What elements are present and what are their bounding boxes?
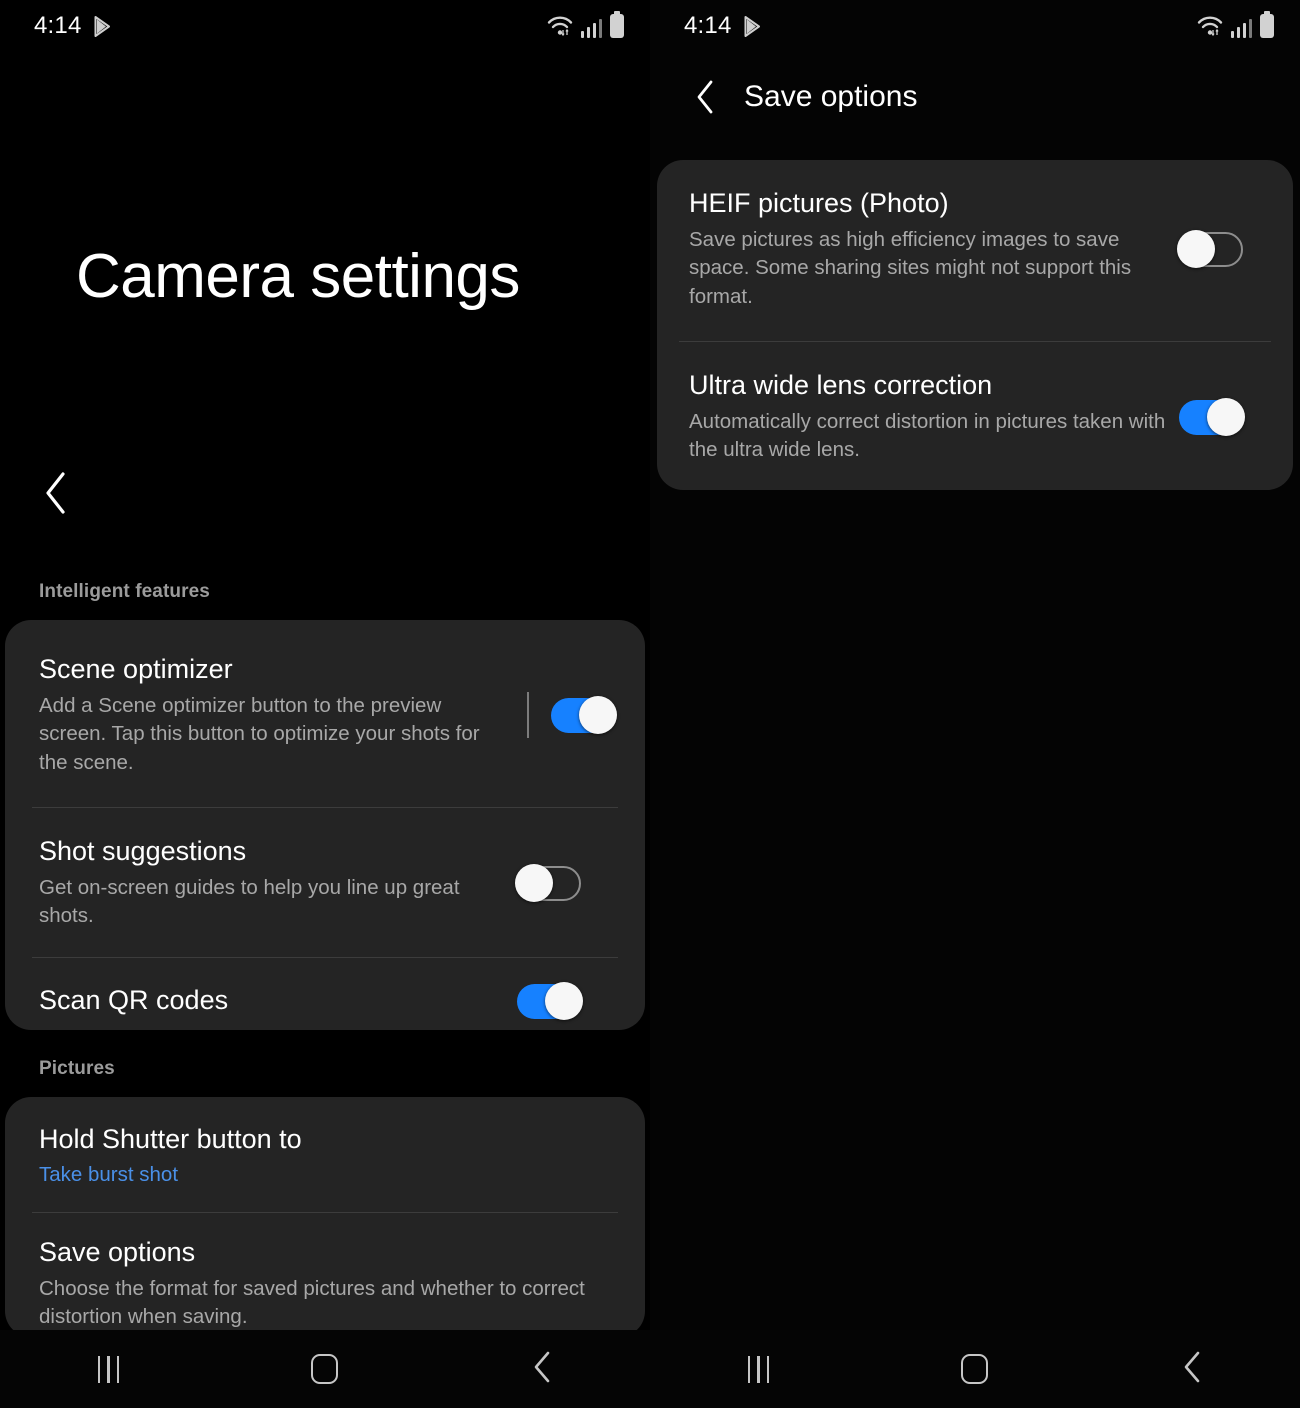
wifi-icon <box>547 14 573 38</box>
back-nav-button[interactable] <box>1137 1330 1247 1408</box>
back-nav-button[interactable] <box>487 1330 597 1408</box>
home-icon <box>961 1354 989 1384</box>
list-item-hold-shutter-button[interactable]: Hold Shutter button to Take burst shot <box>5 1097 645 1212</box>
list-item-description: Choose the format for saved pictures and… <box>39 1276 585 1329</box>
list-item-shot-suggestions[interactable]: Shot suggestions Get on-screen guides to… <box>5 808 645 957</box>
recents-icon <box>747 1355 770 1383</box>
signal-icon <box>1230 19 1252 38</box>
list-item-title: Shot suggestions <box>39 835 247 866</box>
recents-icon <box>97 1355 120 1383</box>
home-icon <box>311 1354 339 1384</box>
card-save-options: HEIF pictures (Photo) Save pictures as h… <box>657 160 1293 490</box>
list-item-description: Get on-screen guides to help you line up… <box>39 875 460 928</box>
list-item-title: Save options <box>39 1236 196 1267</box>
status-bar-left-group: 4:14 <box>34 12 113 40</box>
play-store-icon <box>94 15 113 37</box>
status-clock: 4:14 <box>684 12 732 39</box>
dual-screenshot-container: 4:14 Camera settings Intelligent feature… <box>0 0 1300 1408</box>
list-item-value: Take burst shot <box>39 1163 179 1187</box>
battery-icon <box>1260 11 1274 38</box>
list-item-scene-optimizer[interactable]: Scene optimizer Add a Scene optimizer bu… <box>5 620 645 807</box>
toggle-knob <box>1177 230 1215 269</box>
back-icon <box>1181 1350 1203 1389</box>
card-intelligent-features: Scene optimizer Add a Scene optimizer bu… <box>5 620 645 1030</box>
right-screen: 4:14 Save options HEIF pictures (Photo) … <box>650 0 1300 1408</box>
list-item-title: Hold Shutter button to <box>39 1124 302 1154</box>
recents-button[interactable] <box>53 1330 163 1408</box>
toggle-knob <box>545 982 583 1020</box>
toggle-scan-qr-codes[interactable] <box>517 982 583 1020</box>
list-item-description: Save pictures as high efficiency images … <box>689 228 1132 308</box>
play-store-icon <box>744 15 763 37</box>
status-bar-right: 4:14 <box>650 0 1300 52</box>
status-bar-right-group <box>1197 11 1274 38</box>
card-pictures: Hold Shutter button to Take burst shot S… <box>5 1097 645 1337</box>
app-bar-title: Save options <box>744 80 918 113</box>
status-bar-right-group <box>547 11 624 38</box>
home-button[interactable] <box>270 1330 380 1408</box>
back-icon <box>531 1350 553 1389</box>
chevron-left-icon <box>42 470 70 516</box>
status-bar-left: 4:14 <box>0 0 650 52</box>
navigation-bar-right <box>650 1330 1300 1408</box>
list-item-title: Scene optimizer <box>39 654 233 684</box>
status-bar-left-group: 4:14 <box>684 12 763 40</box>
section-label-intelligent-features: Intelligent features <box>39 581 210 602</box>
vertical-divider <box>527 692 529 739</box>
home-button[interactable] <box>920 1330 1030 1408</box>
signal-icon <box>580 19 602 38</box>
wifi-icon <box>1197 14 1223 38</box>
left-screen: 4:14 Camera settings Intelligent feature… <box>0 0 650 1408</box>
toggle-ultra-wide-lens-correction[interactable] <box>1179 398 1245 437</box>
section-label-pictures: Pictures <box>39 1058 115 1079</box>
header-back-button[interactable] <box>688 80 722 114</box>
list-item-ultra-wide-lens-correction[interactable]: Ultra wide lens correction Automatically… <box>657 342 1293 495</box>
battery-icon <box>610 11 624 38</box>
toggle-knob <box>579 696 617 735</box>
page-title: Camera settings <box>76 242 520 311</box>
toggle-heif-pictures[interactable] <box>1177 230 1243 269</box>
list-item-title: Scan QR codes <box>39 985 229 1016</box>
chevron-left-icon <box>694 79 716 115</box>
toggle-shot-suggestions[interactable] <box>515 864 581 903</box>
list-item-title: Ultra wide lens correction <box>689 369 993 400</box>
toggle-scene-optimizer[interactable] <box>551 696 617 735</box>
list-item-description: Automatically correct distortion in pict… <box>689 409 1166 462</box>
navigation-bar-left <box>0 1330 650 1408</box>
list-item-title: HEIF pictures (Photo) <box>689 188 949 218</box>
app-bar: Save options <box>650 66 1300 128</box>
list-item-description: Add a Scene optimizer button to the prev… <box>39 694 480 774</box>
list-item-scan-qr-codes[interactable]: Scan QR codes <box>5 958 645 1045</box>
list-item-heif-pictures[interactable]: HEIF pictures (Photo) Save pictures as h… <box>657 160 1293 341</box>
recents-button[interactable] <box>703 1330 813 1408</box>
toggle-knob <box>515 864 553 903</box>
back-button[interactable] <box>28 465 84 521</box>
toggle-knob <box>1207 398 1245 437</box>
status-clock: 4:14 <box>34 12 82 39</box>
